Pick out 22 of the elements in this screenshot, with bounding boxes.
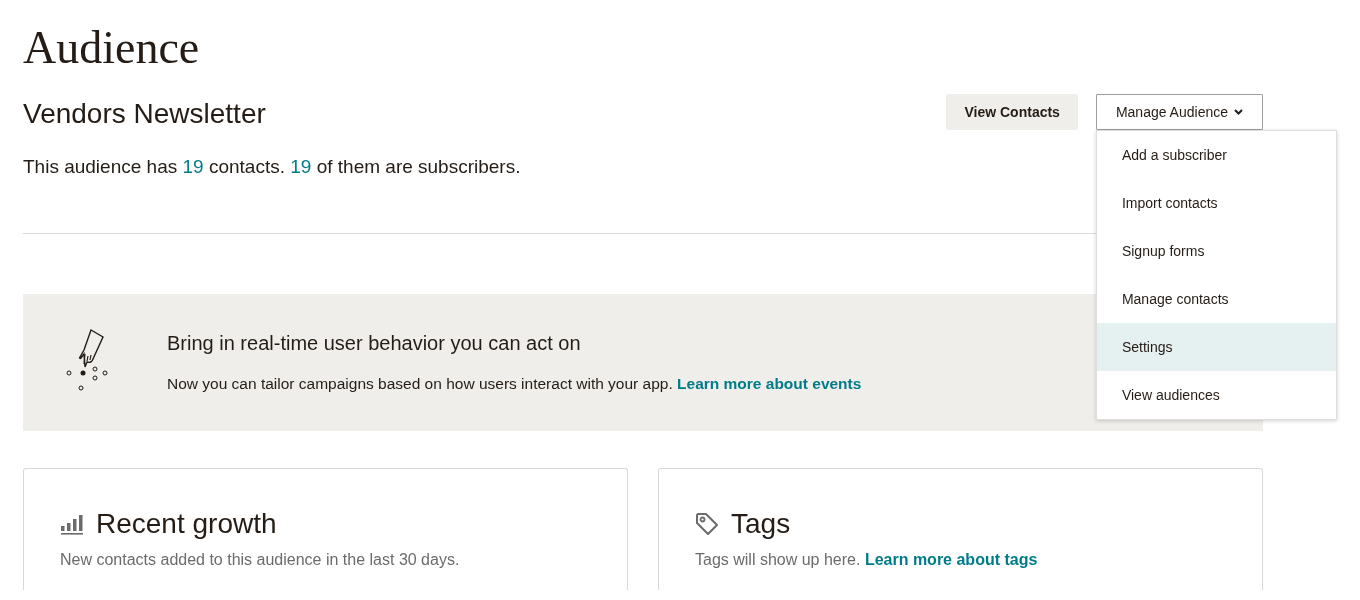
caret-icon [1234,109,1243,115]
audience-summary: This audience has 19 contacts. 19 of them are subscribers. [23,156,521,178]
menu-item[interactable]: Signup forms [1096,227,1336,275]
view-contacts-button[interactable]: View Contacts [946,94,1078,130]
bar-chart-icon [60,513,84,535]
tag-icon [695,512,719,536]
menu-item[interactable]: View audiences [1096,371,1336,419]
menu-item[interactable]: Import contacts [1096,179,1336,227]
menu-item[interactable]: Manage contacts [1096,275,1336,323]
card-description: New contacts added to this audience in the last 30 days. [60,551,461,569]
card-description: Tags will show up here. Learn more about tags [695,551,1039,569]
card-title: Tags [731,507,791,541]
audience-name: Vendors Newsletter [23,97,266,131]
learn-more-link[interactable]: Learn more about events [677,375,862,392]
learn-more-link[interactable]: Learn more about tags [864,551,1038,568]
card-title: Recent growth [96,507,277,541]
menu-item[interactable]: Add a subscriber [1096,131,1336,179]
manage-audience-button[interactable]: Manage Audience [1095,94,1263,130]
menu-item[interactable]: Settings [1096,323,1336,371]
page-title: Audience [23,22,200,74]
banner-title: Bring in real-time user behavior you can act on [167,332,582,355]
banner-text: Now you can tailor campaigns based on how users interact with your app. Learn more about events [167,375,862,393]
